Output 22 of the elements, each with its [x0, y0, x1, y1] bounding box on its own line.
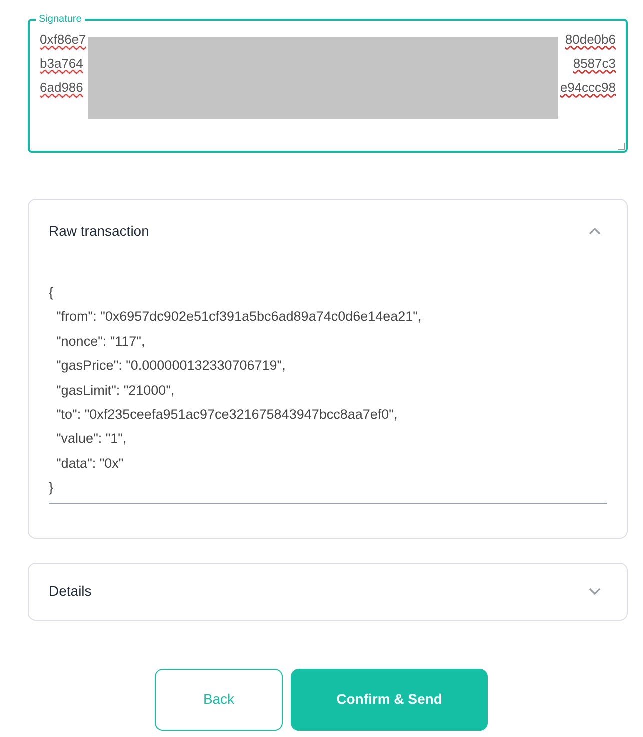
chevron-up-icon[interactable]	[589, 227, 601, 235]
panel-title[interactable]: Raw transaction	[49, 220, 150, 242]
signature-text: 6ad986	[40, 79, 84, 96]
field-label: Signature	[38, 15, 83, 25]
signature-text: 0xf86e7	[40, 31, 86, 48]
code-line: {	[49, 284, 55, 302]
code-line: "gasLimit": "21000",	[56, 382, 176, 400]
code-line: }	[49, 479, 55, 498]
signature-field[interactable]: Signature 0xf86e7 80de0b6 b3a764 8587c3 6ad986 e94ccc98	[28, 15, 628, 153]
panel-title[interactable]: Details	[49, 581, 92, 602]
code-line: "from": "0x6957dc902e51cf391a5bc6ad89a74c0d6e14ea21",	[56, 308, 423, 326]
chevron-down-icon[interactable]	[589, 588, 601, 596]
signature-text: 8587c3	[573, 55, 616, 72]
signature-text: 80de0b6	[565, 31, 616, 48]
signature-text: b3a764	[40, 55, 84, 72]
code-line: "gasPrice": "0.000000132330706719",	[56, 357, 287, 376]
code-line: "to": "0xf235ceefa951ac97ce321675843947bcc8aa7ef0",	[56, 406, 399, 424]
code-line: "data": "0x"	[56, 454, 125, 473]
signature-text: e94ccc98	[560, 79, 616, 96]
code-line: "value": "1",	[56, 430, 128, 448]
resize-handle[interactable]	[618, 143, 625, 150]
code-line: "nonce": "117",	[56, 332, 146, 351]
